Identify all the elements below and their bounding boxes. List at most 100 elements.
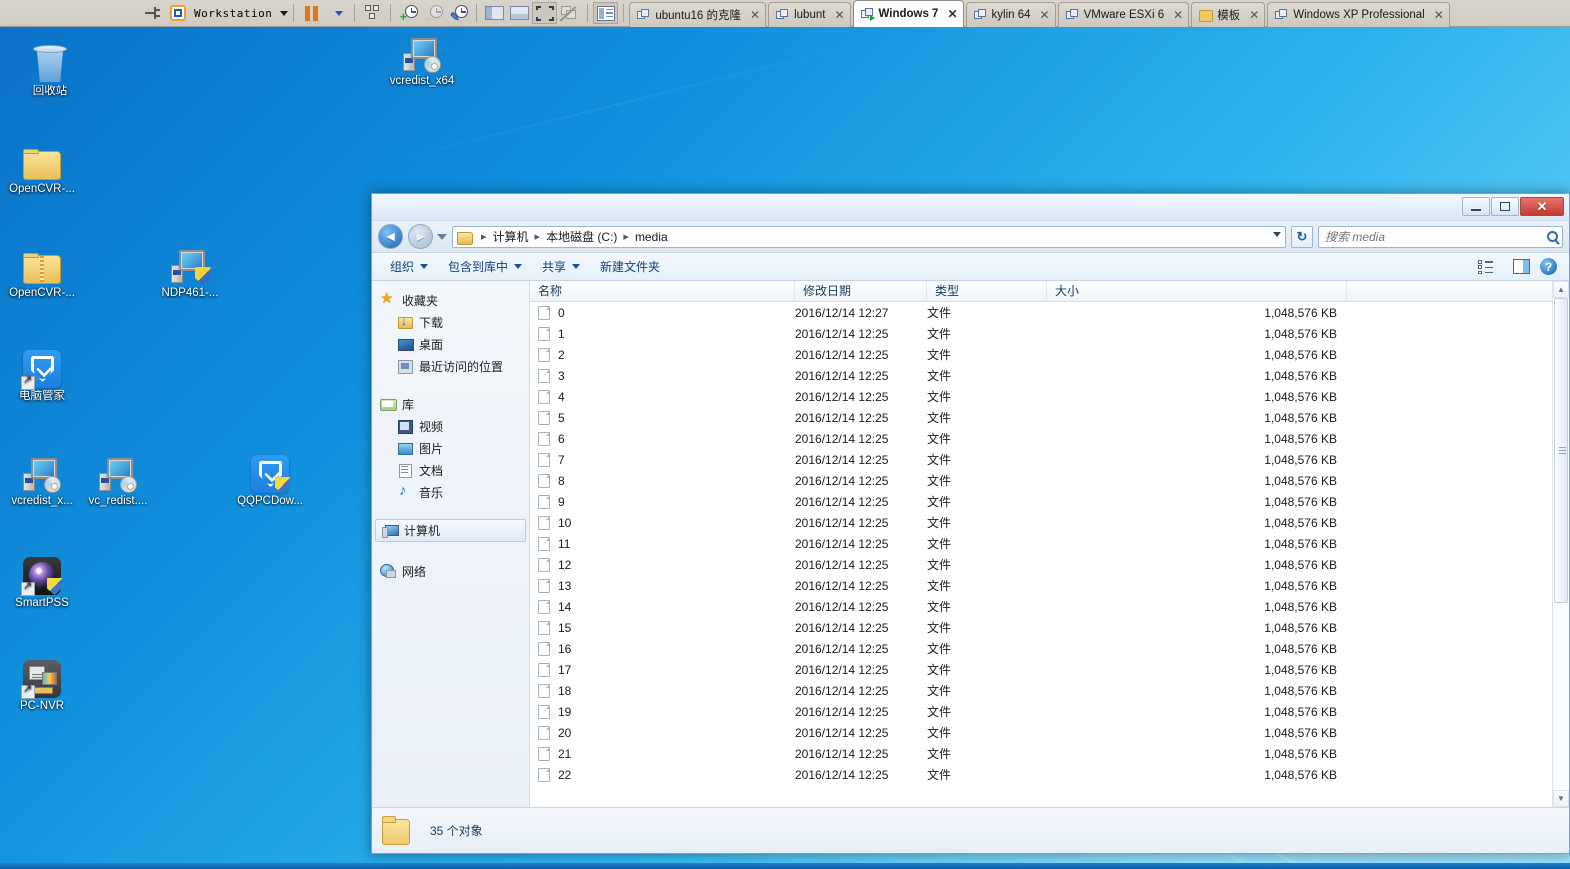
desktop-icon[interactable]: OpenCVR-... (0, 239, 84, 300)
vm-tab[interactable]: ubuntu16 的克隆 ✕ (629, 1, 767, 27)
cell-name[interactable]: 22 (530, 767, 795, 782)
cell-name[interactable]: 19 (530, 704, 795, 719)
close-button[interactable]: ✕ (1520, 197, 1564, 216)
table-row[interactable]: 5 2016/12/14 12:25 文件 1,048,576 KB (530, 407, 1552, 428)
revert-snapshot-button[interactable]: ← (421, 2, 446, 24)
table-row[interactable]: 1 2016/12/14 12:25 文件 1,048,576 KB (530, 323, 1552, 344)
desktop-icon[interactable]: vc_redist.... (76, 447, 160, 508)
vm-tab[interactable]: kylin 64 ✕ (965, 1, 1056, 27)
table-row[interactable]: 20 2016/12/14 12:25 文件 1,048,576 KB (530, 722, 1552, 743)
table-row[interactable]: 15 2016/12/14 12:25 文件 1,048,576 KB (530, 617, 1552, 638)
sidebar-item[interactable]: 图片 (372, 437, 529, 459)
organize-button[interactable]: 组织 (380, 256, 438, 278)
preview-pane-icon[interactable] (1513, 259, 1530, 274)
cell-name[interactable]: 11 (530, 536, 795, 551)
breadcrumb-item-localdisk[interactable]: 本地磁盘 (C:) (545, 228, 618, 245)
breadcrumb-item-computer[interactable]: 计算机 (492, 228, 530, 245)
table-row[interactable]: 19 2016/12/14 12:25 文件 1,048,576 KB (530, 701, 1552, 722)
file-list-pane[interactable]: 名称 修改日期 类型 大小 0 2016/12/14 12:27 文件 1,048,5… (530, 280, 1552, 807)
help-icon[interactable]: ? (1540, 258, 1557, 275)
table-row[interactable]: 13 2016/12/14 12:25 文件 1,048,576 KB (530, 575, 1552, 596)
cell-name[interactable]: 13 (530, 578, 795, 593)
show-library-button[interactable] (593, 2, 619, 24)
take-snapshot-button[interactable]: + (396, 2, 421, 24)
fullscreen-button[interactable] (532, 2, 558, 24)
table-row[interactable]: 16 2016/12/14 12:25 文件 1,048,576 KB (530, 638, 1552, 659)
desktop-icon[interactable]: SmartPSS (0, 549, 84, 610)
share-button[interactable]: 共享 (532, 256, 590, 278)
cell-name[interactable]: 6 (530, 431, 795, 446)
breadcrumb-item-media[interactable]: media (634, 230, 669, 244)
cell-name[interactable]: 16 (530, 641, 795, 656)
column-header-date[interactable]: 修改日期 (795, 280, 927, 302)
windows-explorer-window[interactable]: ✕ ◄ ► ▸ 计算机 ▸ 本地磁盘 (C:) ▸ media ↻ 搜索 med… (371, 193, 1570, 854)
column-header-type[interactable]: 类型 (927, 280, 1047, 302)
scroll-up-button[interactable]: ▲ (1553, 281, 1569, 298)
new-folder-button[interactable]: 新建文件夹 (590, 256, 670, 278)
table-row[interactable]: 21 2016/12/14 12:25 文件 1,048,576 KB (530, 743, 1552, 764)
sidebar-item[interactable]: 文档 (372, 459, 529, 481)
cell-name[interactable]: 7 (530, 452, 795, 467)
cell-name[interactable]: 3 (530, 368, 795, 383)
forward-button[interactable]: ► (408, 224, 433, 249)
address-bar[interactable]: ▸ 计算机 ▸ 本地磁盘 (C:) ▸ media (452, 225, 1286, 248)
close-icon[interactable]: ✕ (1173, 8, 1183, 22)
table-row[interactable]: 6 2016/12/14 12:25 文件 1,048,576 KB (530, 428, 1552, 449)
table-row[interactable]: 11 2016/12/14 12:25 文件 1,048,576 KB (530, 533, 1552, 554)
close-icon[interactable]: ✕ (1434, 8, 1444, 22)
cell-name[interactable]: 4 (530, 389, 795, 404)
desktop-icon[interactable]: NDP461-... (148, 239, 232, 300)
workstation-dropdown[interactable]: Workstation (190, 2, 289, 24)
history-dropdown-icon[interactable] (437, 233, 447, 240)
workstation-menu-button[interactable] (165, 2, 190, 24)
manage-snapshots-button[interactable]: ✎ (446, 2, 471, 24)
table-row[interactable]: 9 2016/12/14 12:25 文件 1,048,576 KB (530, 491, 1552, 512)
taskbar[interactable] (0, 863, 1570, 869)
sidebar-item[interactable]: 视频 (372, 415, 529, 437)
close-icon[interactable]: ✕ (947, 7, 957, 21)
sidebar-item-network[interactable]: 网络 (372, 560, 529, 582)
include-in-library-button[interactable]: 包含到库中 (438, 256, 532, 278)
address-dropdown-icon[interactable] (1273, 231, 1281, 237)
vm-tab[interactable]: Windows XP Professional ✕ (1267, 1, 1450, 27)
cell-name[interactable]: 12 (530, 557, 795, 572)
table-row[interactable]: 17 2016/12/14 12:25 文件 1,048,576 KB (530, 659, 1552, 680)
sidebar-group-1[interactable]: 库 (372, 393, 529, 415)
desktop-icon[interactable]: OpenCVR-... (0, 135, 84, 196)
desktop-icon[interactable]: vcredist_x64 (380, 27, 464, 88)
unity-mode-button[interactable] (557, 2, 582, 24)
vertical-scrollbar[interactable]: ▲ ▼ (1552, 281, 1569, 807)
table-row[interactable]: 22 2016/12/14 12:25 文件 1,048,576 KB (530, 764, 1552, 785)
cell-name[interactable]: 10 (530, 515, 795, 530)
table-row[interactable]: 2 2016/12/14 12:25 文件 1,048,576 KB (530, 344, 1552, 365)
table-row[interactable]: 18 2016/12/14 12:25 文件 1,048,576 KB (530, 680, 1552, 701)
cell-name[interactable]: 18 (530, 683, 795, 698)
close-icon[interactable]: ✕ (1249, 8, 1259, 22)
cell-name[interactable]: 8 (530, 473, 795, 488)
suspend-button[interactable] (299, 2, 324, 24)
cell-name[interactable]: 20 (530, 725, 795, 740)
close-icon[interactable]: ✕ (750, 8, 760, 22)
explorer-title-bar[interactable]: ✕ (372, 194, 1569, 221)
vm-tab[interactable]: Windows 7 ✕ (852, 0, 964, 27)
sidebar-item[interactable]: 下载 (372, 311, 529, 333)
show-left-pane-button[interactable] (482, 2, 507, 24)
vm-tab-strip[interactable]: ubuntu16 的克隆 ✕ lubunt ✕ Windows 7 ✕ kyli… (629, 0, 1451, 27)
cell-name[interactable]: 14 (530, 599, 795, 614)
snapshot-manager-button[interactable] (360, 2, 385, 24)
navigation-pane[interactable]: 收藏夹 下载 桌面 最近访问的位置 库 视频 图片 文档 音乐 计算机 网络 (372, 281, 530, 807)
show-bottom-pane-button[interactable] (507, 2, 532, 24)
pin-button[interactable] (140, 2, 165, 24)
cell-name[interactable]: 9 (530, 494, 795, 509)
file-rows[interactable]: 0 2016/12/14 12:27 文件 1,048,576 KB 1 201… (530, 302, 1552, 807)
table-row[interactable]: 4 2016/12/14 12:25 文件 1,048,576 KB (530, 386, 1552, 407)
minimize-button[interactable] (1462, 197, 1490, 216)
maximize-button[interactable] (1491, 197, 1519, 216)
close-icon[interactable]: ✕ (1040, 8, 1050, 22)
sidebar-item-computer[interactable]: 计算机 (375, 519, 526, 542)
vm-tab[interactable]: VMware ESXi 6 ✕ (1057, 1, 1190, 27)
cell-name[interactable]: 5 (530, 410, 795, 425)
vm-tab[interactable]: 模板 ✕ (1191, 1, 1266, 27)
cell-name[interactable]: 0 (530, 305, 795, 320)
table-row[interactable]: 14 2016/12/14 12:25 文件 1,048,576 KB (530, 596, 1552, 617)
